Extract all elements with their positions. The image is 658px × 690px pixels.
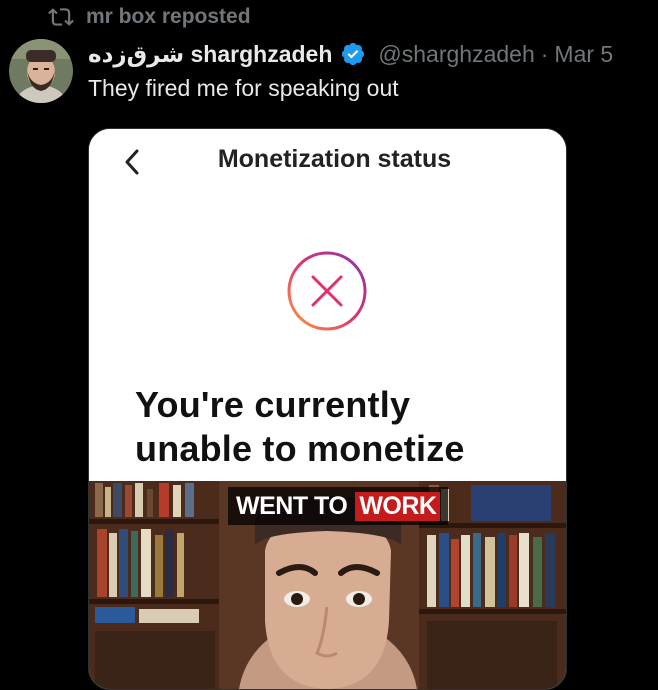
tweet-text: They fired me for speaking out <box>88 75 399 101</box>
monetization-headline: You're currently unable to monetize <box>135 383 465 471</box>
caption-text-2: WORK <box>355 491 441 521</box>
headline-line-2: unable to monetize <box>135 428 465 469</box>
tweet-date[interactable]: Mar 5 <box>554 41 613 68</box>
monetization-title: Monetization status <box>217 145 452 173</box>
verified-badge-icon <box>342 42 365 66</box>
author-handle[interactable]: @sharghzadeh <box>378 41 534 68</box>
author-display-name[interactable]: شرق‌زده sharghzadeh <box>88 41 332 68</box>
tweet-media[interactable]: Monetization status You're currently una… <box>88 128 567 690</box>
repost-text: mr box reposted <box>86 5 251 28</box>
repost-icon <box>48 8 74 26</box>
headline-line-1: You're currently <box>135 384 411 425</box>
avatar[interactable] <box>9 39 73 103</box>
separator-dot: · <box>540 40 549 67</box>
monetization-screenshot: Monetization status You're currently una… <box>89 129 566 481</box>
caption-text-1: WENT TO <box>236 491 348 520</box>
repost-indicator[interactable]: mr box reposted <box>48 4 251 30</box>
video-caption: WENT TO WORK <box>228 487 449 525</box>
tweet-header: شرق‌زده sharghzadeh @sharghzadeh · Mar 5 <box>88 37 613 71</box>
x-circle-icon <box>287 251 367 331</box>
